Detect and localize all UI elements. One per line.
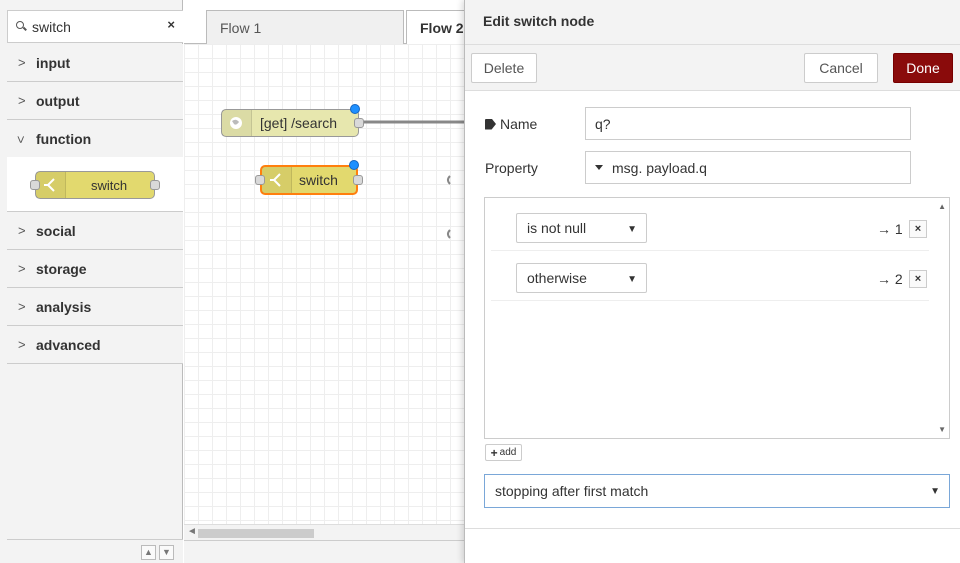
palette-node-label: switch xyxy=(91,177,128,193)
add-label: add xyxy=(499,447,517,458)
rule-row: is not null ▼ → 1 × xyxy=(491,201,929,251)
dropdown-caret-icon: ▼ xyxy=(930,486,940,497)
rules-list: is not null ▼ → 1 × otherwise ▼ → 2 × ▲ … xyxy=(484,197,950,439)
add-rule-button[interactable]: + add xyxy=(485,444,522,461)
switch-node-icon xyxy=(36,172,66,198)
check-mode-select[interactable]: stopping after first match ▼ xyxy=(484,474,950,508)
chevron-right-icon: > xyxy=(18,337,26,352)
palette-node-switch[interactable]: switch xyxy=(30,171,160,199)
delete-button[interactable]: Delete xyxy=(471,53,537,83)
property-value: msg. payload.q xyxy=(612,159,707,176)
chevron-right-icon: > xyxy=(18,55,26,70)
switch-node[interactable]: switch xyxy=(255,160,363,195)
chevron-right-icon: > xyxy=(18,223,26,238)
chevron-right-icon: > xyxy=(18,93,26,108)
chevron-right-icon: > xyxy=(18,299,26,314)
node-input-port xyxy=(255,175,265,185)
scroll-left-icon[interactable]: ◄ xyxy=(187,526,197,537)
palette-category-social[interactable]: > social xyxy=(7,212,183,250)
type-dropdown-icon[interactable] xyxy=(595,165,603,170)
node-output-port xyxy=(150,180,160,190)
scroll-down-icon[interactable]: ▼ xyxy=(938,425,946,434)
dropdown-caret-icon: ▼ xyxy=(627,274,637,285)
rule-output-label: → 2 xyxy=(877,271,903,287)
node-output-port xyxy=(353,175,363,185)
dropdown-caret-icon: ▼ xyxy=(627,224,637,235)
category-label: advanced xyxy=(36,337,101,353)
switch-node-icon xyxy=(262,167,292,193)
property-input[interactable]: msg. payload.q xyxy=(585,151,911,184)
category-label: output xyxy=(36,93,80,109)
flow-canvas[interactable]: [get] /search switch xyxy=(184,44,464,524)
delete-rule-button[interactable]: × xyxy=(909,270,927,288)
tray-divider xyxy=(465,528,960,529)
http-in-node[interactable]: [get] /search xyxy=(221,104,364,137)
scroll-up-icon[interactable]: ▲ xyxy=(938,202,946,211)
workspace-footer xyxy=(184,540,464,563)
function-category-content: switch xyxy=(7,157,183,212)
rule-output-label: → 1 xyxy=(877,221,903,237)
tray-toolbar: Delete Cancel Done xyxy=(465,45,960,91)
globe-icon xyxy=(222,110,252,136)
tag-icon xyxy=(485,118,496,130)
palette-category-function[interactable]: > function xyxy=(7,120,183,158)
property-label: Property xyxy=(485,160,538,176)
done-button[interactable]: Done xyxy=(893,53,953,83)
tab-label: Flow 2 xyxy=(420,20,464,36)
chevron-down-icon: > xyxy=(13,135,29,144)
name-label-text: Name xyxy=(500,116,538,132)
chevron-right-icon: > xyxy=(18,261,26,276)
category-label: input xyxy=(36,55,71,71)
category-label: storage xyxy=(36,261,87,277)
node-output-port xyxy=(354,118,364,128)
category-label: analysis xyxy=(36,299,92,315)
node-changed-indicator xyxy=(350,104,360,114)
tray-header: Edit switch node xyxy=(465,0,960,45)
palette-category-analysis[interactable]: > analysis xyxy=(7,288,183,326)
clear-search-icon[interactable]: × xyxy=(167,17,175,32)
tab-flow-1[interactable]: Flow 1 xyxy=(206,10,404,44)
palette-search-input[interactable]: switch × xyxy=(7,10,183,43)
palette-search-value: switch xyxy=(32,19,71,35)
search-icon xyxy=(16,18,28,32)
canvas-horizontal-scrollbar[interactable]: ◄ xyxy=(184,524,464,540)
tab-label: Flow 1 xyxy=(220,20,262,36)
rule-operator-value: otherwise xyxy=(527,270,587,286)
rule-operator-select[interactable]: is not null ▼ xyxy=(516,213,647,243)
cancel-button[interactable]: Cancel xyxy=(804,53,878,83)
rule-operator-select[interactable]: otherwise ▼ xyxy=(516,263,647,293)
palette-category-input[interactable]: > input xyxy=(7,44,183,82)
expand-all-button[interactable]: ▼ xyxy=(159,545,174,560)
name-label: Name xyxy=(485,116,537,132)
scrollbar-thumb[interactable] xyxy=(198,529,314,538)
rule-row: otherwise ▼ → 2 × xyxy=(491,251,929,301)
category-label: function xyxy=(36,131,92,147)
switch-node-label: switch xyxy=(299,172,338,188)
rule-operator-value: is not null xyxy=(527,220,587,236)
palette-footer: ▲ ▼ xyxy=(7,539,183,563)
http-in-node-label: [get] /search xyxy=(260,115,338,131)
tray-title: Edit switch node xyxy=(483,13,595,29)
node-input-port xyxy=(30,180,40,190)
check-mode-value: stopping after first match xyxy=(495,483,649,499)
workspace: Flow 1 Flow 2 [get] /search switch ◄ xyxy=(184,0,644,563)
category-label: social xyxy=(36,223,76,239)
delete-rule-button[interactable]: × xyxy=(909,220,927,238)
palette-category-storage[interactable]: > storage xyxy=(7,250,183,288)
node-changed-indicator xyxy=(349,160,359,170)
edit-tray: Edit switch node Delete Cancel Done Name… xyxy=(464,0,960,563)
collapse-all-button[interactable]: ▲ xyxy=(141,545,156,560)
plus-icon: + xyxy=(490,445,498,460)
workspace-tabs: Flow 1 Flow 2 xyxy=(184,0,486,45)
name-input[interactable]: q? xyxy=(585,107,911,140)
palette-category-advanced[interactable]: > advanced xyxy=(7,326,183,364)
palette-category-output[interactable]: > output xyxy=(7,82,183,120)
node-palette: switch × > input > output > function swi… xyxy=(0,0,183,563)
